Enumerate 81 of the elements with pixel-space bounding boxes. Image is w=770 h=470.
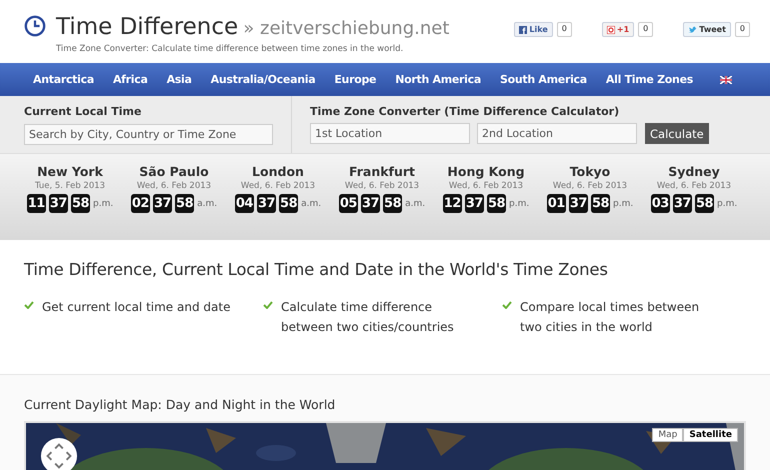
second-digits: 58 — [694, 194, 714, 213]
share-count: 0 — [556, 22, 572, 37]
second-digits: 58 — [175, 194, 194, 213]
date-text: Wed, 6. Feb 2013 — [240, 181, 316, 191]
nav-link[interactable]: Asia — [166, 73, 192, 86]
share-button[interactable]: +1 — [602, 22, 634, 37]
hour-digits: 03 — [650, 194, 670, 213]
am-pm-text: p.m. — [93, 198, 114, 208]
city-name[interactable]: Tokyo — [570, 164, 610, 179]
minute-digits: 37 — [672, 194, 692, 213]
am-pm-text: a.m. — [301, 198, 322, 208]
nav-link[interactable]: North America — [395, 73, 481, 86]
location-field[interactable]: 1st Location — [310, 123, 470, 144]
second-digits: 58 — [383, 194, 402, 213]
hour-digits: 04 — [234, 194, 254, 213]
am-pm-text: a.m. — [197, 198, 218, 208]
hour-digits: 05 — [338, 194, 358, 213]
am-pm-text: a.m. — [405, 198, 426, 208]
share-button[interactable]: Tweet — [683, 22, 731, 37]
hour-digits: 02 — [130, 194, 150, 213]
date-text: Wed, 6. Feb 2013 — [552, 181, 628, 191]
feature-text: Compare local times between two cities in the world — [520, 299, 700, 336]
nav-link[interactable]: Antarctica — [33, 73, 94, 86]
hour-digits: 11 — [26, 194, 46, 213]
city-name[interactable]: Hong Kong — [447, 164, 525, 179]
minute-digits: 37 — [464, 194, 484, 213]
city-name[interactable]: Frankfurt — [348, 164, 416, 179]
nav-link[interactable]: Australia/Oceania — [210, 73, 316, 86]
share-count: 0 — [638, 22, 654, 37]
nav-link[interactable]: Europe — [334, 73, 376, 86]
location-field[interactable]: 2nd Location — [477, 123, 637, 144]
bird-icon — [688, 26, 698, 34]
minute-digits: 37 — [360, 194, 380, 213]
second-digits: 58 — [279, 194, 298, 213]
minute-digits: 37 — [152, 194, 172, 213]
nav-link[interactable]: Africa — [112, 73, 148, 86]
clock-icon — [24, 15, 46, 37]
site-title[interactable]: Time Difference — [56, 14, 238, 40]
am-pm-text: p.m. — [613, 198, 634, 208]
site-domain: » zeitverschiebung.net — [243, 18, 450, 39]
share-button[interactable]: Like — [514, 22, 553, 37]
city-name[interactable]: Sydney — [668, 164, 720, 179]
minute-digits: 37 — [48, 194, 68, 213]
section-heading: Current Daylight Map: Day and Night in the World — [24, 397, 336, 412]
calculate-button[interactable]: Calculate — [645, 123, 709, 144]
checkmark-icon — [502, 301, 512, 309]
city-name[interactable]: São Paulo — [139, 164, 209, 179]
nav-link[interactable]: South America — [500, 73, 587, 86]
am-pm-text: p.m. — [717, 198, 738, 208]
city-name[interactable]: New York — [37, 164, 103, 179]
minute-digits: 37 — [256, 194, 276, 213]
hour-digits: 01 — [546, 194, 566, 213]
date-text: Wed, 6. Feb 2013 — [448, 181, 524, 191]
date-text: Tue, 5. Feb 2013 — [34, 181, 106, 191]
flag-icon[interactable] — [720, 76, 732, 84]
map-type-button[interactable]: Satellite — [683, 428, 738, 442]
second-digits: 58 — [590, 194, 610, 213]
feature-text: Get current local time and date — [42, 299, 230, 316]
second-digits: 58 — [486, 194, 506, 213]
field-label: Current Local Time — [24, 105, 142, 118]
search-field[interactable]: Search by City, Country or Time Zone — [24, 124, 273, 145]
date-text: Wed, 6. Feb 2013 — [656, 181, 732, 191]
section-heading: Time Difference, Current Local Time and Date in the World's Time Zones — [24, 260, 609, 279]
date-text: Wed, 6. Feb 2013 — [136, 181, 212, 191]
hour-digits: 12 — [442, 194, 462, 213]
date-text: Wed, 6. Feb 2013 — [344, 181, 420, 191]
pan-control-icon[interactable] — [40, 437, 78, 470]
google-logo-icon — [606, 26, 615, 34]
share-count: 0 — [734, 22, 750, 37]
minute-digits: 37 — [568, 194, 588, 213]
nav-link[interactable]: All Time Zones — [606, 73, 693, 86]
am-pm-text: p.m. — [509, 198, 530, 208]
map-type-button[interactable]: Map — [652, 428, 684, 442]
facebook-logo-icon — [519, 26, 528, 34]
feature-text: Calculate time difference between two cities/countries — [281, 299, 455, 336]
field-label: Time Zone Converter (Time Difference Calculator) — [310, 105, 620, 118]
checkmark-icon — [263, 301, 273, 309]
second-digits: 58 — [70, 194, 90, 213]
city-name[interactable]: London — [252, 164, 304, 179]
site-tagline: Time Zone Converter: Calculate time difference between time zones in the world. — [56, 44, 404, 54]
checkmark-icon — [24, 301, 34, 309]
